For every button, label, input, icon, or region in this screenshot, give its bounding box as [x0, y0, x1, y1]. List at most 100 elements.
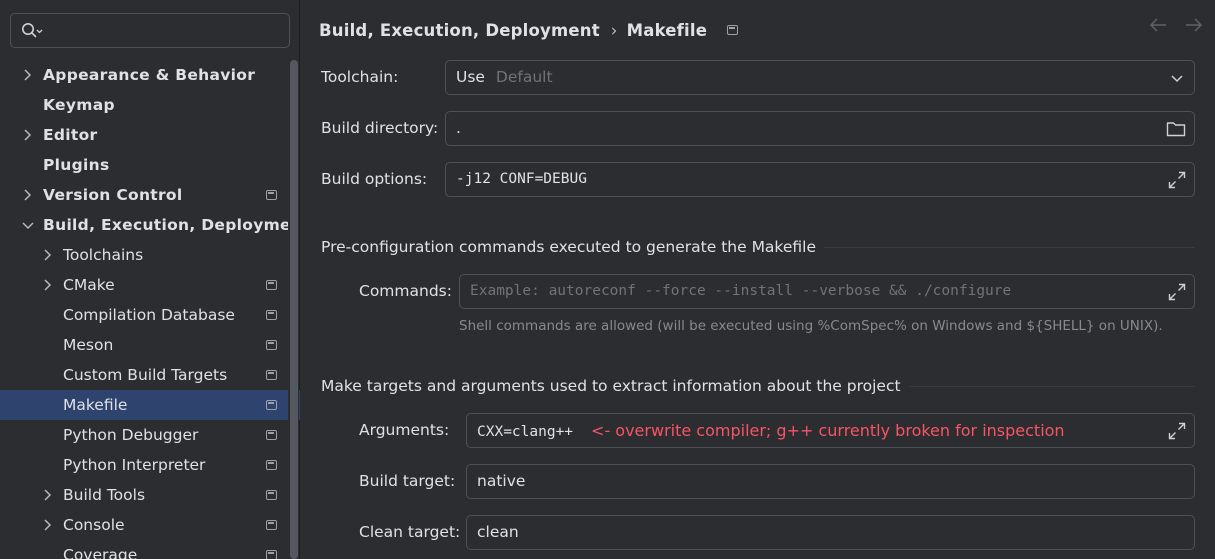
sidebar-item-editor[interactable]: Editor: [0, 120, 288, 150]
folder-icon[interactable]: [1166, 120, 1186, 138]
toolchain-dropdown[interactable]: Use Default: [445, 60, 1195, 95]
expand-icon[interactable]: [1168, 283, 1186, 301]
sidebar-item-label: Coverage: [63, 546, 138, 559]
section-divider: [824, 246, 1195, 248]
sidebar-item-coverage[interactable]: Coverage: [0, 540, 288, 559]
commands-field[interactable]: Example: autoreconf --force --install --…: [459, 274, 1195, 309]
toolchain-default: Default: [495, 68, 553, 86]
sidebar-item-label: Custom Build Targets: [63, 366, 228, 384]
makefile-settings-panel: Build, Execution, Deployment › Makefile …: [301, 0, 1215, 559]
toolchain-prefix: Use: [456, 68, 485, 86]
chevron-right-icon[interactable]: [20, 60, 36, 90]
expand-icon[interactable]: [1168, 171, 1186, 189]
breadcrumb: Build, Execution, Deployment › Makefile: [319, 18, 739, 42]
arguments-label: Arguments:: [359, 421, 450, 439]
build-directory-value: .: [456, 119, 461, 137]
sidebar-item-label: Toolchains: [63, 246, 144, 264]
modified-icon: [266, 550, 277, 559]
sidebar-item-label: Console: [63, 516, 125, 534]
build-options-label: Build options:: [321, 170, 428, 188]
sidebar-item-makefile[interactable]: Makefile: [0, 390, 300, 420]
build-directory-label: Build directory:: [321, 119, 439, 137]
sidebar-item-label: Editor: [43, 126, 98, 144]
chevron-down-icon[interactable]: [20, 210, 36, 240]
build-directory-field[interactable]: .: [445, 111, 1195, 146]
breadcrumb-parent[interactable]: Build, Execution, Deployment: [319, 21, 600, 40]
breadcrumb-separator: ›: [610, 20, 618, 40]
clean-target-value: clean: [477, 523, 519, 541]
expand-icon[interactable]: [1168, 422, 1186, 440]
chevron-right-icon[interactable]: [40, 510, 56, 540]
build-target-value: native: [477, 472, 526, 490]
commands-placeholder: Example: autoreconf --force --install --…: [470, 283, 1012, 299]
sidebar-item-label: Meson: [63, 336, 114, 354]
build-target-field[interactable]: native: [466, 464, 1195, 499]
modified-icon: [266, 280, 277, 290]
arguments-value: CXX=clang++: [477, 424, 574, 440]
sidebar-scrollbar[interactable]: [288, 60, 299, 559]
history-navigation: [1149, 18, 1203, 32]
chevron-right-icon[interactable]: [20, 120, 36, 150]
sidebar-item-cmake[interactable]: CMake: [0, 270, 288, 300]
sidebar-item-build-tools[interactable]: Build Tools: [0, 480, 288, 510]
modified-icon: [266, 520, 277, 530]
toolchain-value: Use Default: [456, 61, 553, 94]
sidebar-item-compilation-database[interactable]: Compilation Database: [0, 300, 288, 330]
modified-icon: [266, 460, 277, 470]
sidebar-item-label: CMake: [63, 276, 115, 294]
chevron-right-icon[interactable]: [40, 480, 56, 510]
toolchain-label: Toolchain:: [321, 68, 399, 86]
chevron-right-icon[interactable]: [20, 180, 36, 210]
sidebar-item-meson[interactable]: Meson: [0, 330, 288, 360]
settings-sidebar: Appearance & Behavior Keymap Editor Plugins…: [0, 0, 300, 559]
sidebar-item-build-execution-deployme[interactable]: Build, Execution, Deployme: [0, 210, 291, 240]
arguments-value-container: CXX=clang++ <- overwrite compiler; g++ cu…: [477, 414, 1065, 449]
sidebar-item-label: Python Interpreter: [63, 456, 206, 474]
arguments-annotation: <- overwrite compiler; g++ currently bro…: [591, 421, 1065, 440]
modified-icon: [266, 400, 277, 410]
sidebar-item-python-interpreter[interactable]: Python Interpreter: [0, 450, 288, 480]
clean-target-label: Clean target:: [359, 523, 461, 541]
sidebar-item-appearance-behavior[interactable]: Appearance & Behavior: [0, 60, 288, 90]
clean-target-field[interactable]: clean: [466, 515, 1195, 550]
preconfig-section-title: Pre-configuration commands executed to g…: [321, 238, 1195, 256]
search-icon: [22, 23, 43, 38]
sidebar-item-python-debugger[interactable]: Python Debugger: [0, 420, 288, 450]
chevron-right-icon[interactable]: [40, 240, 56, 270]
sidebar-item-console[interactable]: Console: [0, 510, 288, 540]
modified-icon: [266, 310, 277, 320]
modified-icon: [727, 25, 739, 35]
arguments-field[interactable]: CXX=clang++ <- overwrite compiler; g++ cu…: [466, 413, 1195, 448]
modified-icon: [266, 370, 277, 380]
build-target-label: Build target:: [359, 472, 456, 490]
commands-label: Commands:: [359, 282, 452, 300]
sidebar-item-label: Version Control: [43, 186, 183, 204]
targets-title: Make targets and arguments used to extra…: [321, 377, 901, 395]
chevron-right-icon[interactable]: [40, 270, 56, 300]
sidebar-item-label: Makefile: [63, 396, 128, 414]
sidebar-item-label: Build Tools: [63, 486, 146, 504]
modified-icon: [266, 490, 277, 500]
section-divider: [908, 385, 1195, 387]
arrow-right-icon[interactable]: [1185, 18, 1203, 32]
scrollbar-thumb[interactable]: [290, 60, 298, 559]
build-options-field[interactable]: -j12 CONF=DEBUG: [445, 162, 1195, 197]
sidebar-item-keymap[interactable]: Keymap: [0, 90, 288, 120]
search-input[interactable]: [10, 13, 290, 48]
sidebar-item-label: Compilation Database: [63, 306, 235, 324]
sidebar-item-label: Keymap: [43, 96, 115, 114]
sidebar-item-custom-build-targets[interactable]: Custom Build Targets: [0, 360, 288, 390]
sidebar-item-label: Python Debugger: [63, 426, 199, 444]
preconfig-title: Pre-configuration commands executed to g…: [321, 238, 817, 256]
commands-hint: Shell commands are allowed (will be exec…: [459, 318, 1163, 334]
modified-icon: [266, 190, 277, 200]
modified-icon: [266, 430, 277, 440]
sidebar-item-toolchains[interactable]: Toolchains: [0, 240, 288, 270]
settings-tree: Appearance & Behavior Keymap Editor Plugins…: [0, 60, 300, 559]
sidebar-item-plugins[interactable]: Plugins: [0, 150, 288, 180]
sidebar-item-version-control[interactable]: Version Control: [0, 180, 288, 210]
targets-section-title: Make targets and arguments used to extra…: [321, 377, 1195, 395]
modified-icon: [266, 340, 277, 350]
sidebar-item-label: Build, Execution, Deployme: [43, 216, 291, 234]
arrow-left-icon[interactable]: [1149, 18, 1167, 32]
